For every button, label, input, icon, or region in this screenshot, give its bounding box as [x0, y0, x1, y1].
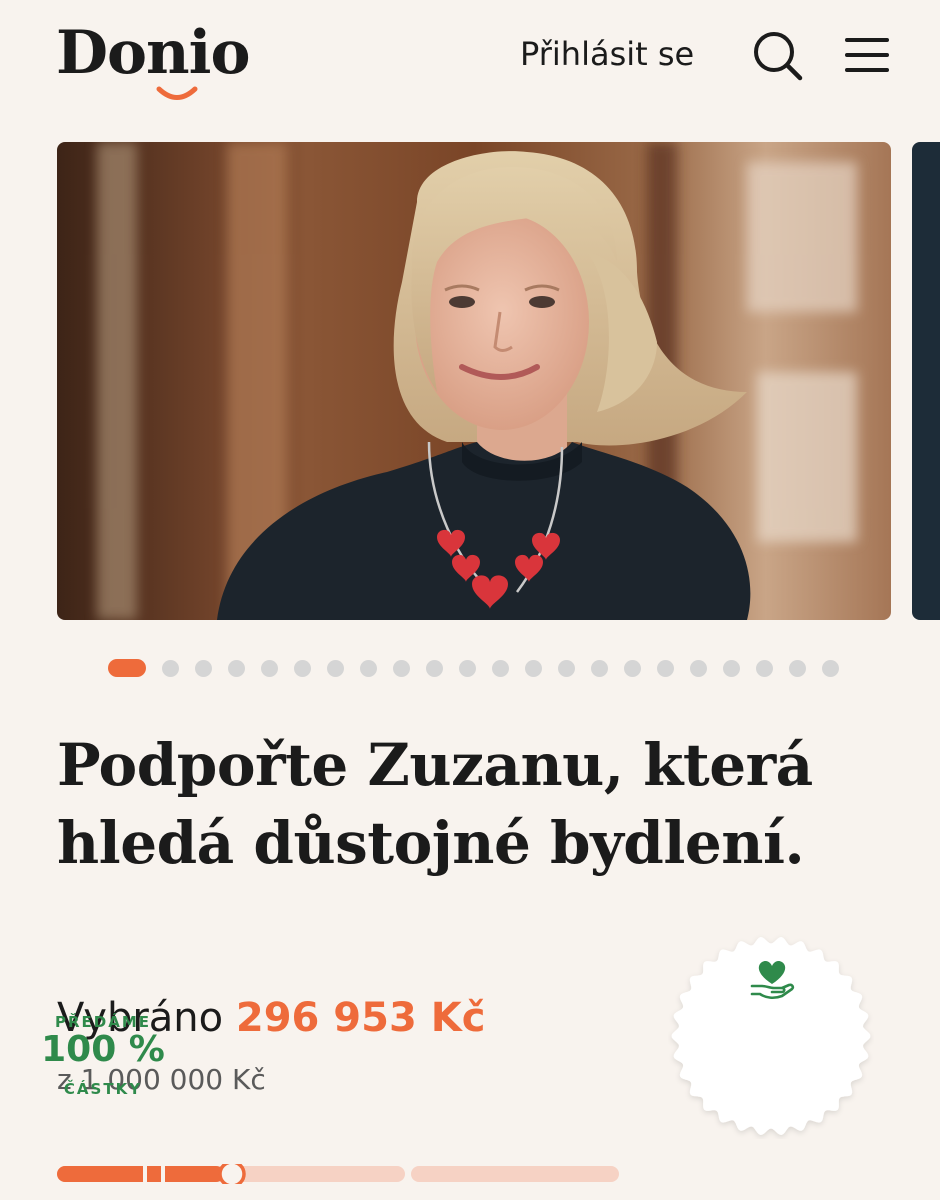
- carousel-dot[interactable]: [393, 659, 410, 677]
- progress-divider: [143, 1166, 147, 1182]
- campaign-title-line-1: Podpořte Zuzanu, která: [57, 731, 813, 799]
- progress-marker: [218, 1164, 246, 1184]
- carousel-dot[interactable]: [822, 659, 839, 677]
- next-slide-preview[interactable]: [912, 142, 940, 620]
- donio-logo[interactable]: Donio: [56, 18, 250, 88]
- carousel-dots: [108, 657, 855, 679]
- carousel-dot[interactable]: [327, 659, 344, 677]
- carousel-dot[interactable]: [459, 659, 476, 677]
- carousel-dot[interactable]: [624, 659, 641, 677]
- carousel-dot[interactable]: [591, 659, 608, 677]
- search-icon[interactable]: [750, 28, 804, 82]
- hamburger-menu-icon[interactable]: [842, 30, 892, 80]
- progress-divider: [161, 1166, 165, 1182]
- progress-bar: [57, 1164, 619, 1184]
- progress-track-2: [411, 1166, 619, 1182]
- carousel-dot[interactable]: [426, 659, 443, 677]
- logo-smile-icon: [156, 86, 198, 100]
- carousel-dot[interactable]: [360, 659, 377, 677]
- page: Donio Přihlásit se Podpořte Zuzanu, kter…: [0, 0, 940, 1200]
- carousel-dot[interactable]: [756, 659, 773, 677]
- carousel-dot[interactable]: [723, 659, 740, 677]
- carousel-dot[interactable]: [657, 659, 674, 677]
- progress-fill: [57, 1166, 224, 1182]
- carousel-dot[interactable]: [492, 659, 509, 677]
- carousel-dot[interactable]: [294, 659, 311, 677]
- carousel-dot-active[interactable]: [108, 659, 146, 677]
- hero-image[interactable]: [57, 142, 891, 620]
- campaign-title-line-2: hledá důstojné bydlení.: [57, 809, 805, 877]
- carousel-dot[interactable]: [789, 659, 806, 677]
- login-link[interactable]: Přihlásit se: [520, 32, 694, 76]
- carousel-dot[interactable]: [261, 659, 278, 677]
- raised-amount: 296 953 Kč: [235, 995, 486, 1041]
- carousel-dot[interactable]: [558, 659, 575, 677]
- hero-photo: [57, 142, 891, 620]
- badge-line-3: ČÁSTKY: [63, 1080, 143, 1098]
- heart-hand-icon: [750, 960, 795, 1000]
- carousel-dot[interactable]: [690, 659, 707, 677]
- carousel-dot[interactable]: [228, 659, 245, 677]
- carousel-dot[interactable]: [162, 659, 179, 677]
- campaign-title: Podpořte Zuzanu, která hledá důstojné by…: [57, 726, 887, 882]
- badge-line-2: 100 %: [41, 1029, 165, 1070]
- carousel-dot[interactable]: [525, 659, 542, 677]
- carousel-dot[interactable]: [195, 659, 212, 677]
